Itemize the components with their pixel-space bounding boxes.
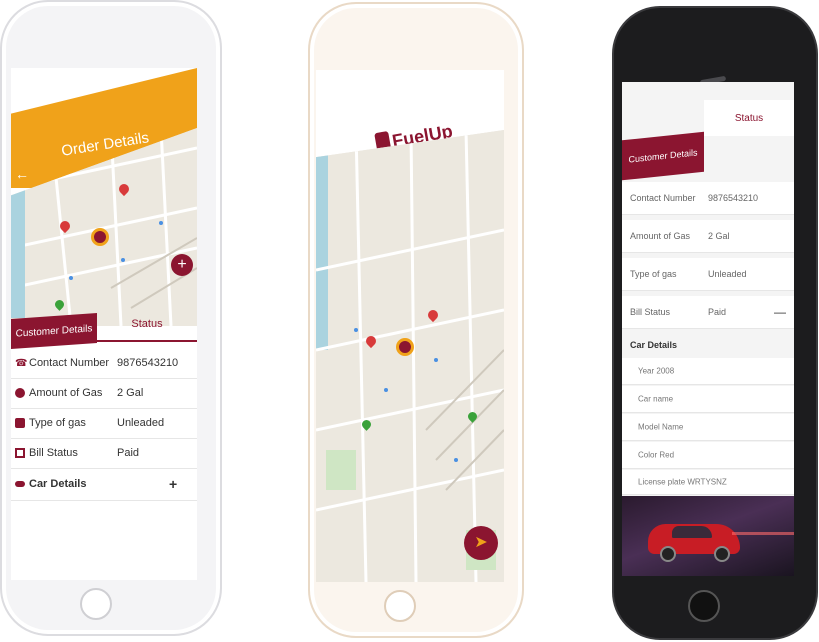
navigate-fab-button[interactable]: ➤ [464, 526, 498, 560]
add-fab-button[interactable]: + [171, 254, 193, 276]
car-window [672, 526, 712, 538]
row-gas-type: Type of gas Unleaded [622, 258, 794, 291]
row-gas-amount: Amount of Gas 2 Gal [622, 220, 794, 253]
car-row-label: License plate WRTYSNZ [638, 477, 727, 487]
home-button[interactable] [384, 590, 416, 622]
tab-customer-details[interactable]: Customer Details [622, 131, 704, 181]
row-value: Unleaded [117, 417, 165, 429]
car-row: Color Red [622, 442, 794, 469]
row-car-details[interactable]: Car Details + [11, 468, 197, 501]
collapse-toggle[interactable]: — [774, 305, 786, 319]
row-bill-status: Bill Status Paid [11, 438, 197, 469]
row-bill-status: Bill Status Paid — [622, 296, 794, 329]
gas-drop-icon [15, 388, 25, 398]
tab-label: Customer Details [628, 147, 698, 165]
row-value: Paid [117, 447, 140, 459]
row-value: 2 Gal [117, 387, 144, 399]
car-wheel [714, 546, 730, 562]
car-row-label: Model Name [638, 422, 684, 432]
phone-icon: ☎ [15, 358, 28, 369]
row-value: Unleaded [708, 269, 747, 279]
row-contact: ☎ Contact Number 9876543210 [11, 348, 197, 379]
car-row: License plate WRTYSNZ [622, 470, 794, 495]
tab-label: Status [734, 112, 764, 124]
tab-label: Customer Details [15, 322, 93, 340]
row-gas-type: Type of gas Unleaded [11, 408, 197, 439]
home-button[interactable] [688, 590, 720, 622]
car-details-title: Car Details [630, 340, 678, 350]
car-row: Year 2008 [622, 358, 794, 385]
middle-phone: FuelUp ➤ [308, 2, 524, 638]
left-phone: ← Order Details + Customer Details Statu… [0, 0, 222, 636]
car-row: Car name [622, 386, 794, 413]
right-screen: Customer Details Status Contact Number 9… [622, 82, 794, 576]
row-label: Amount of Gas [630, 231, 691, 241]
row-value: 2 Gal [708, 231, 730, 241]
car-row-label: Color Red [638, 450, 675, 460]
tab-label: Status [131, 318, 163, 330]
tab-customer-details[interactable]: Customer Details [11, 312, 97, 350]
car-icon [15, 481, 25, 487]
tab-status[interactable]: Status [704, 100, 794, 136]
fuel-pump-icon [15, 418, 25, 428]
row-label: Type of gas [29, 417, 86, 429]
tab-status[interactable]: Status [97, 308, 197, 342]
home-button[interactable] [80, 588, 112, 620]
back-arrow-icon[interactable]: ← [15, 166, 29, 182]
row-label: Contact Number [29, 357, 110, 369]
location-target-icon[interactable] [396, 338, 414, 356]
row-label: Bill Status [29, 447, 78, 459]
row-label: Type of gas [630, 269, 677, 279]
car-row: Model Name [622, 414, 794, 441]
row-label: Car Details [29, 478, 87, 490]
row-value: 9876543210 [117, 357, 179, 369]
row-value: Paid [708, 307, 727, 317]
row-contact: Contact Number 9876543210 [622, 182, 794, 215]
car-wheel [660, 546, 676, 562]
middle-map[interactable]: ➤ [316, 130, 504, 582]
row-label: Contact Number [630, 193, 696, 203]
light-streak [732, 532, 794, 535]
car-photo [622, 496, 794, 576]
row-label: Amount of Gas [29, 387, 103, 399]
car-row-label: Year 2008 [638, 366, 675, 376]
car-row-label: Car name [638, 394, 674, 404]
row-label: Bill Status [630, 307, 671, 317]
expand-toggle[interactable]: + [169, 476, 177, 492]
row-gas-amount: Amount of Gas 2 Gal [11, 378, 197, 409]
location-target-icon[interactable] [91, 228, 109, 246]
left-screen: ← Order Details + Customer Details Statu… [11, 68, 197, 580]
right-phone: Customer Details Status Contact Number 9… [612, 6, 818, 640]
bill-icon [15, 448, 25, 458]
row-value: 9876543210 [708, 193, 759, 203]
middle-screen: FuelUp ➤ [316, 70, 504, 582]
